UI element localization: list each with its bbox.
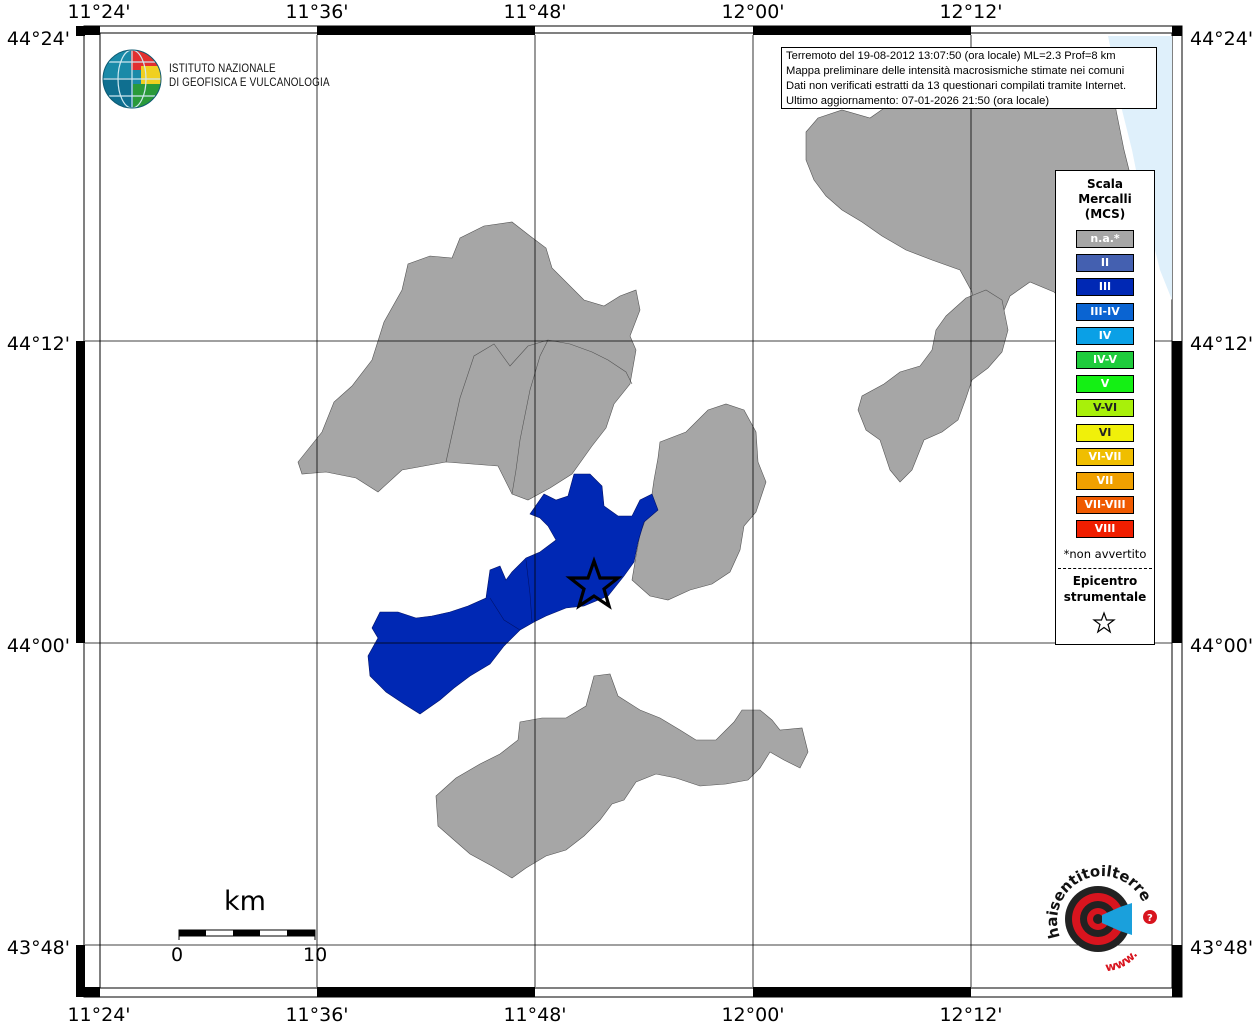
lon-label-top-1: 11°24' — [67, 1, 130, 23]
ingv-logo-line1: ISTITUTO NAZIONALE — [169, 63, 276, 75]
event-info-line1: Terremoto del 19-08-2012 13:07:50 (ora l… — [786, 50, 1116, 62]
legend-swatch: V-VI — [1076, 399, 1134, 418]
legend-title-line1: Scala — [1086, 177, 1124, 191]
event-info-line3: Dati non verificati estratti da 13 quest… — [786, 80, 1127, 92]
scale-bar-start: 0 — [171, 944, 184, 966]
event-info-line2: Mappa preliminare delle intensità macros… — [786, 65, 1125, 77]
lat-label-left-1: 44°24' — [7, 28, 70, 50]
legend-epicenter-line2: strumentale — [1063, 590, 1147, 604]
lat-label-right-2: 44°12' — [1190, 333, 1253, 355]
legend-swatch: n.a.* — [1076, 230, 1134, 248]
legend-swatch: III-IV — [1076, 302, 1134, 321]
lat-label-left-3: 44°00' — [7, 635, 70, 657]
event-info-line4: Ultimo aggiornamento: 07-01-2026 21:50 (… — [786, 95, 1050, 107]
ingv-logo: ISTITUTO NAZIONALE DI GEOFISICA E VULCAN… — [101, 48, 330, 110]
lon-label-bottom-3: 11°48' — [503, 1004, 566, 1024]
legend-swatch: VII-VIII — [1076, 496, 1134, 515]
legend-swatch: V — [1076, 375, 1134, 394]
legend-epicenter-line1: Epicentro — [1072, 574, 1138, 588]
haisentitoilterremoto-logo: ? haisentitoilterremoto.it www. — [1032, 851, 1165, 975]
lon-label-bottom-4: 12°00' — [721, 1004, 784, 1024]
lon-label-top-3: 11°48' — [503, 1, 566, 23]
legend-star-icon — [1092, 611, 1116, 634]
legend-swatch: IV-V — [1076, 351, 1134, 369]
legend-note: *non avvertito — [1063, 547, 1147, 561]
hst-logo-www: www. — [1104, 947, 1140, 974]
legend-title-line2: Mercalli — [1078, 192, 1132, 206]
lon-label-bottom-2: 11°36' — [285, 1004, 348, 1024]
lon-label-top-2: 11°36' — [285, 1, 348, 23]
lon-label-bottom-1: 11°24' — [67, 1004, 130, 1024]
svg-text:?: ? — [1147, 913, 1153, 924]
lat-label-left-2: 44°12' — [7, 333, 70, 355]
legend-swatch: VIII — [1076, 520, 1134, 539]
lon-label-top-4: 12°00' — [721, 1, 784, 23]
mcs-legend: Scala Mercalli (MCS) n.a.* II III III-IV IV I… — [1055, 170, 1155, 645]
lon-label-bottom-5: 12°12' — [939, 1004, 1002, 1024]
legend-swatch: VI-VII — [1076, 447, 1134, 466]
scale-bar-unit: km — [224, 886, 266, 917]
legend-swatch: VI — [1076, 423, 1134, 442]
event-info-box: Terremoto del 19-08-2012 13:07:50 (ora l… — [781, 47, 1157, 109]
globe-icon — [102, 49, 162, 109]
scale-bar-end: 10 — [303, 944, 328, 966]
svg-text:www.: www. — [1104, 947, 1140, 974]
legend-swatch: II — [1076, 254, 1134, 273]
lat-label-right-4: 43°48' — [1190, 937, 1253, 959]
legend-title-line3: (MCS) — [1084, 207, 1126, 221]
legend-divider — [1058, 568, 1152, 569]
lat-label-right-1: 44°24' — [1190, 28, 1253, 50]
legend-swatch: III — [1076, 278, 1134, 297]
legend-swatch: VII — [1076, 472, 1134, 490]
lon-label-top-5: 12°12' — [939, 1, 1002, 23]
lat-label-left-4: 43°48' — [7, 937, 70, 959]
lat-label-right-3: 44°00' — [1190, 635, 1253, 657]
ingv-logo-line2: DI GEOFISICA E VULCANOLOGIA — [169, 77, 330, 89]
legend-swatch: IV — [1076, 326, 1134, 345]
